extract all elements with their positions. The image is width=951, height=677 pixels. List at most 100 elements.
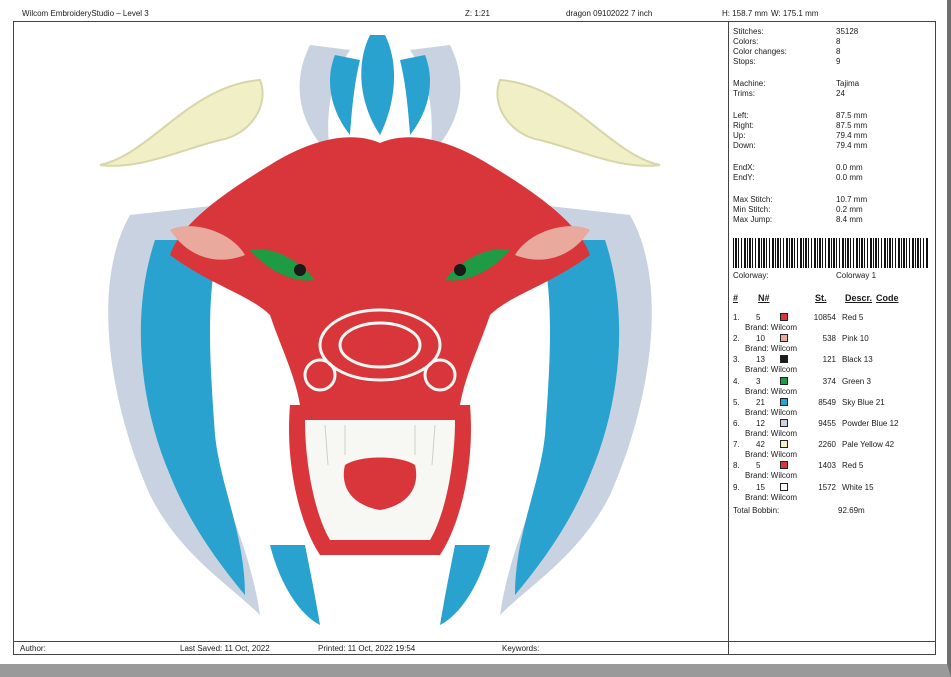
stat-label: Max Stitch: — [733, 195, 773, 204]
thread-name: Red 5 — [842, 461, 864, 471]
thread-stitches: 10854 — [813, 313, 836, 322]
thread-index: 1. — [733, 313, 740, 322]
stat-value: 8 — [836, 47, 841, 56]
last-saved: Last Saved: 11 Oct, 2022 — [180, 644, 270, 653]
width-readout: W: 175.1 mm — [771, 9, 819, 18]
thread-name: Green 3 — [842, 376, 871, 386]
colorway-label: Colorway: — [733, 271, 769, 280]
thread-index: 4. — [733, 376, 740, 386]
thread-index: 5. — [733, 397, 740, 407]
keywords-label: Keywords: — [502, 644, 540, 653]
dragon-embroidery-design — [99, 35, 661, 625]
thread-color-swatch — [780, 461, 788, 470]
stat-label: EndY: — [733, 173, 755, 182]
stat-label: Min Stitch: — [733, 205, 771, 214]
thread-stitches: 8549 — [818, 397, 836, 407]
thread-stitches: 1572 — [818, 482, 836, 492]
stat-label: Machine: — [733, 79, 766, 88]
stat-value: 9 — [836, 57, 841, 66]
thread-index: 3. — [733, 355, 740, 365]
thread-number: 12 — [756, 419, 765, 428]
thread-name: Pale Yellow 42 — [842, 440, 895, 450]
thread-number: 15 — [756, 482, 765, 492]
thread-number: 13 — [756, 355, 765, 365]
thread-brand: Brand: Wilcom — [745, 386, 798, 396]
stat-value: Tajima — [836, 79, 860, 88]
col-header-index: # — [733, 293, 739, 303]
info-divider — [728, 21, 729, 655]
thread-color-swatch — [780, 419, 788, 427]
author-label: Author: — [20, 644, 46, 653]
thread-color-swatch — [780, 355, 788, 364]
thread-index: 2. — [733, 334, 740, 344]
stat-label: Stitches: — [733, 27, 764, 36]
thread-brand: Brand: Wilcom — [745, 471, 798, 481]
thread-index: 6. — [733, 419, 740, 428]
thread-number: 3 — [756, 376, 761, 386]
thread-color-swatch — [780, 397, 788, 406]
stat-value: 87.5 mm — [836, 121, 868, 130]
stat-label: EndX: — [733, 163, 755, 172]
col-header-code: Code — [876, 293, 899, 303]
printed-date: Printed: 11 Oct, 2022 19:54 — [318, 644, 416, 653]
thread-color-swatch — [780, 313, 788, 321]
design-name: dragon 09102022 7 inch — [566, 9, 653, 18]
col-header-number: N# — [758, 293, 770, 303]
thread-brand: Brand: Wilcom — [745, 450, 798, 460]
bobbin-value: 92.69m — [838, 506, 865, 515]
stat-value: 0.2 mm — [836, 205, 863, 214]
stat-label: Colors: — [733, 37, 759, 46]
thread-brand: Brand: Wilcom — [745, 323, 798, 332]
stat-label: Stops: — [733, 57, 756, 66]
stat-label: Down: — [733, 141, 756, 150]
col-header-stitches: St. — [815, 293, 827, 303]
thread-name: Pink 10 — [842, 334, 869, 344]
thread-name: Red 5 — [842, 313, 864, 322]
thread-brand: Brand: Wilcom — [745, 492, 798, 502]
stat-value: 0.0 mm — [836, 173, 863, 182]
stat-label: Color changes: — [733, 47, 787, 56]
stat-label: Right: — [733, 121, 754, 130]
stat-value: 0.0 mm — [836, 163, 863, 172]
stat-label: Max Jump: — [733, 215, 773, 224]
footer-divider — [13, 641, 936, 642]
thread-name: Black 13 — [842, 355, 873, 365]
thread-name: White 15 — [842, 482, 874, 492]
thread-name: Powder Blue 12 — [842, 419, 899, 428]
colorway-value: Colorway 1 — [836, 271, 877, 280]
app-title: Wilcom EmbroideryStudio – Level 3 — [22, 9, 149, 18]
thread-name: Sky Blue 21 — [842, 397, 885, 407]
thread-number: 21 — [756, 397, 765, 407]
thread-number: 10 — [756, 334, 765, 344]
thread-index: 7. — [733, 440, 740, 450]
thread-number: 42 — [756, 440, 765, 450]
barcode — [733, 238, 928, 268]
stat-value: 35128 — [836, 27, 859, 36]
thread-brand: Brand: Wilcom — [745, 344, 798, 354]
stat-value: 8.4 mm — [836, 215, 863, 224]
stat-value: 24 — [836, 89, 845, 98]
thread-color-swatch — [780, 376, 788, 385]
thread-stitches: 2260 — [818, 440, 836, 450]
thread-stitches: 374 — [822, 376, 836, 386]
stat-value: 79.4 mm — [836, 131, 868, 140]
zoom-readout: Z: 1:21 — [465, 9, 490, 18]
thread-stitches: 1403 — [818, 461, 836, 471]
thread-color-swatch — [780, 440, 788, 449]
thread-index: 8. — [733, 461, 740, 471]
thread-color-swatch — [780, 334, 788, 343]
stat-label: Left: — [733, 111, 749, 120]
thread-stitches: 538 — [822, 334, 836, 344]
thread-stitches: 9455 — [818, 419, 836, 428]
thread-number: 5 — [756, 313, 761, 322]
height-readout: H: 158.7 mm — [722, 9, 768, 18]
col-header-descr: Descr. — [845, 293, 873, 303]
thread-brand: Brand: Wilcom — [745, 365, 798, 375]
stat-value: 8 — [836, 37, 841, 46]
thread-number: 5 — [756, 461, 761, 471]
thread-color-swatch — [780, 482, 788, 491]
thread-brand: Brand: Wilcom — [745, 407, 798, 417]
stat-value: 87.5 mm — [836, 111, 868, 120]
bobbin-label: Total Bobbin: — [733, 506, 780, 515]
thread-stitches: 121 — [822, 355, 836, 365]
